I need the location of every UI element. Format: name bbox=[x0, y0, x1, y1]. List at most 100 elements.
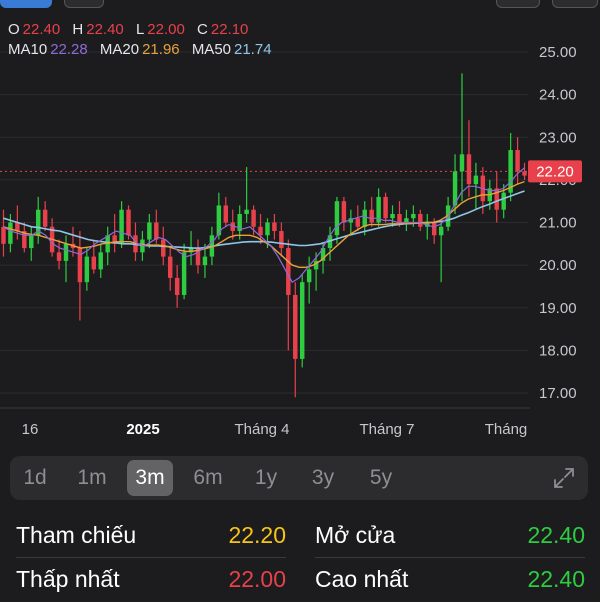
candle-body bbox=[244, 209, 249, 214]
candle-body bbox=[466, 154, 472, 185]
candle-body bbox=[418, 213, 423, 227]
x-tick-label: Tháng bbox=[485, 421, 528, 438]
candle bbox=[272, 213, 277, 240]
ma50-value: 21.74 bbox=[234, 41, 272, 58]
candle-body bbox=[362, 209, 367, 227]
x-tick-label: Tháng 4 bbox=[234, 421, 289, 438]
candle bbox=[299, 273, 305, 368]
x-tick-label: 16 bbox=[22, 421, 39, 438]
candle bbox=[494, 171, 499, 223]
candle-body bbox=[411, 213, 416, 219]
y-tick-label: 24.00 bbox=[539, 87, 577, 104]
candle-body bbox=[390, 213, 395, 219]
candle-body bbox=[56, 252, 62, 261]
low-label: Thấp nhất bbox=[16, 566, 120, 592]
period-3m[interactable]: 3m bbox=[127, 460, 173, 496]
candle bbox=[77, 231, 83, 321]
candle-body bbox=[8, 222, 13, 244]
candle bbox=[98, 243, 103, 278]
candle bbox=[376, 188, 381, 227]
candle-body bbox=[98, 252, 103, 270]
candle bbox=[327, 226, 333, 261]
period-6m[interactable]: 6m bbox=[185, 460, 231, 496]
candle-body bbox=[431, 222, 437, 236]
candle-body bbox=[258, 226, 263, 236]
open-key: O bbox=[8, 21, 20, 38]
period-3y[interactable]: 3y bbox=[300, 460, 346, 496]
candle-body bbox=[341, 201, 347, 223]
candle-body bbox=[306, 269, 312, 283]
reference-value: 22.20 bbox=[228, 522, 286, 548]
candle bbox=[293, 282, 298, 398]
candle-body bbox=[126, 209, 131, 236]
ohlc-readout: O 22.40 H 22.40 L 22.00 C 22.10 MA10 22.28 MA… bbox=[8, 20, 280, 60]
candle-body bbox=[265, 222, 270, 236]
candle bbox=[369, 196, 374, 227]
candle-body bbox=[251, 209, 256, 227]
candle bbox=[35, 196, 41, 244]
candle bbox=[49, 218, 55, 257]
high-label: Cao nhất bbox=[315, 566, 409, 592]
open-value: 22.40 bbox=[22, 21, 61, 38]
candle-body bbox=[161, 239, 166, 257]
candle-body bbox=[355, 218, 361, 227]
candle bbox=[63, 235, 69, 283]
candle bbox=[362, 201, 367, 236]
ma20-value: 21.96 bbox=[142, 41, 180, 58]
period-1m[interactable]: 1m bbox=[69, 460, 115, 496]
close-value: 22.10 bbox=[210, 21, 249, 38]
candle bbox=[404, 209, 409, 232]
candle bbox=[84, 248, 90, 291]
candle-body bbox=[147, 222, 152, 240]
price-chart[interactable]: 25.00 24.00 23.00 22.00 21.00 20.00 19.00 18.00… bbox=[0, 0, 600, 450]
y-axis: 25.0024.0023.0022.0021.0020.0019.0018.00… bbox=[539, 44, 577, 402]
x-tick-label: 2025 bbox=[126, 421, 159, 438]
y-tick-label: 19.00 bbox=[539, 300, 577, 317]
candle-body bbox=[272, 222, 277, 232]
low-value: 22.00 bbox=[147, 21, 185, 38]
candle bbox=[167, 248, 173, 291]
x-tick-label: Tháng 7 bbox=[359, 421, 414, 438]
low-stat-value: 22.00 bbox=[228, 566, 286, 592]
candle bbox=[334, 196, 340, 244]
candle bbox=[237, 205, 242, 240]
current-price-tag: 22.20 bbox=[528, 160, 582, 183]
low-key: L bbox=[135, 21, 145, 38]
stat-low: Thấp nhất 22.00 bbox=[16, 558, 286, 602]
period-1y[interactable]: 1y bbox=[243, 460, 289, 496]
candle bbox=[244, 167, 249, 223]
candle-body bbox=[42, 209, 48, 227]
candle bbox=[383, 192, 388, 223]
candle bbox=[223, 196, 229, 227]
candle-body bbox=[383, 196, 388, 219]
candle bbox=[195, 239, 201, 274]
x-axis: 16 2025 Tháng 4 Tháng 7 Tháng bbox=[22, 421, 528, 438]
candle-body bbox=[279, 231, 284, 249]
candle bbox=[279, 222, 284, 257]
expand-icon[interactable] bbox=[552, 466, 576, 490]
y-tick-label: 20.00 bbox=[539, 257, 577, 274]
candle-body bbox=[84, 256, 90, 283]
period-1d[interactable]: 1d bbox=[12, 460, 58, 496]
candle-body bbox=[91, 256, 97, 270]
candle-body bbox=[334, 201, 340, 236]
candle-body bbox=[119, 209, 124, 244]
candle-body bbox=[1, 226, 6, 244]
y-tick-label: 23.00 bbox=[539, 129, 577, 146]
y-tick-label: 25.00 bbox=[539, 44, 577, 61]
candle bbox=[452, 154, 458, 214]
candle bbox=[522, 162, 527, 180]
candle-body bbox=[369, 209, 374, 223]
high-value: 22.40 bbox=[86, 21, 124, 38]
candle bbox=[341, 196, 347, 232]
candle bbox=[181, 243, 187, 300]
candle-body bbox=[515, 150, 520, 172]
high-key: H bbox=[72, 21, 84, 38]
candle bbox=[22, 222, 27, 253]
open-label: Mở cửa bbox=[315, 522, 396, 548]
candle-body bbox=[299, 282, 305, 359]
stat-reference: Tham chiếu 22.20 bbox=[16, 514, 286, 558]
period-5y[interactable]: 5y bbox=[358, 460, 404, 496]
close-key: C bbox=[197, 21, 208, 38]
candle bbox=[1, 209, 6, 257]
